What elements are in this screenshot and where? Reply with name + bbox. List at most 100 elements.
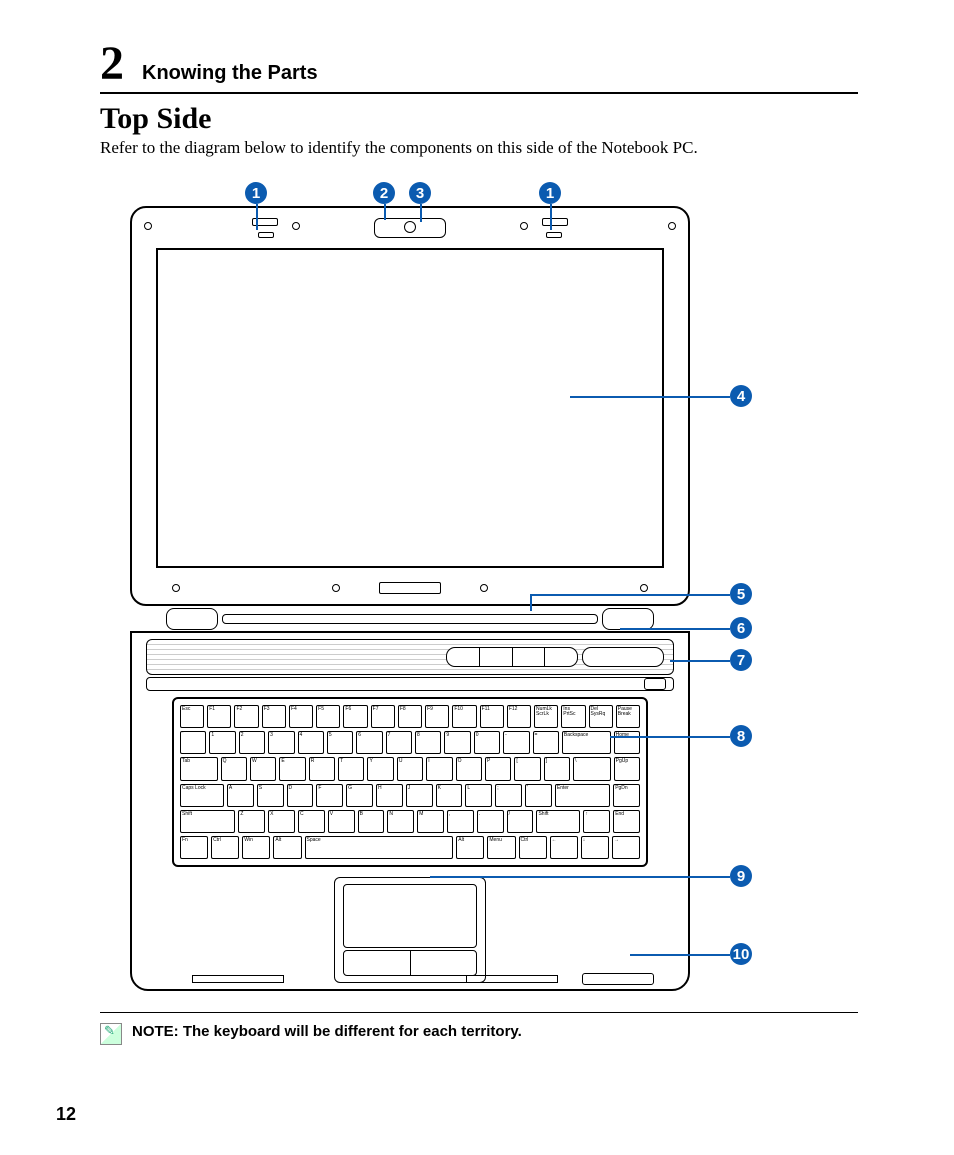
section-title: Top Side (100, 102, 858, 136)
key: = (533, 731, 559, 754)
callout-7: 7 (730, 649, 752, 671)
key: Shift (536, 810, 580, 833)
key: F10 (452, 705, 476, 728)
key: Q (221, 757, 247, 780)
key: 5 (327, 731, 353, 754)
section-intro: Refer to the diagram below to identify t… (100, 138, 858, 158)
key: Caps Lock (180, 784, 224, 807)
key: [ (514, 757, 540, 780)
key: → (612, 836, 640, 859)
key: Alt (273, 836, 301, 859)
key: Fn (180, 836, 208, 859)
key: Enter (555, 784, 610, 807)
key: 9 (444, 731, 470, 754)
key: Space (305, 836, 454, 859)
key: R (309, 757, 335, 780)
key: ] (544, 757, 570, 780)
key: Ctrl (519, 836, 547, 859)
instant-keys (446, 647, 578, 667)
microphone-left (258, 232, 274, 238)
key: B (358, 810, 385, 833)
key: F7 (371, 705, 395, 728)
laptop-lid (130, 206, 690, 606)
touchpad-buttons (343, 950, 477, 976)
touchpad (343, 884, 477, 948)
callout-1: 1 (539, 182, 561, 204)
key: 8 (415, 731, 441, 754)
callout-2: 2 (373, 182, 395, 204)
note-text: NOTE: The keyboard will be different for… (132, 1023, 522, 1040)
key: L (465, 784, 492, 807)
callout-6: 6 (730, 617, 752, 639)
key: / (507, 810, 534, 833)
key: \ (573, 757, 611, 780)
front-vent-right (466, 975, 558, 983)
callout-9: 9 (730, 865, 752, 887)
key: ; (495, 784, 522, 807)
key: X (268, 810, 295, 833)
key: F5 (316, 705, 340, 728)
key: F9 (425, 705, 449, 728)
key: D (287, 784, 314, 807)
key: F11 (480, 705, 504, 728)
key: Ins PrtSc (561, 705, 585, 728)
key: Shift (180, 810, 235, 833)
status-indicators-top (582, 647, 664, 667)
key: F2 (234, 705, 258, 728)
key: 3 (268, 731, 294, 754)
key: End (613, 810, 640, 833)
power-button (644, 678, 666, 690)
key: Tab (180, 757, 218, 780)
display-panel (156, 248, 664, 568)
chapter-header: 2 Knowing the Parts (100, 40, 858, 94)
key: F6 (343, 705, 367, 728)
touchpad-assembly (334, 877, 486, 983)
key: 2 (239, 731, 265, 754)
key: NumLk ScrLk (534, 705, 558, 728)
key: F4 (289, 705, 313, 728)
key: F (316, 784, 343, 807)
key: Del SysRq (589, 705, 613, 728)
brand-badge (379, 582, 441, 594)
key: ` (180, 731, 206, 754)
key: Win (242, 836, 270, 859)
key: Home (614, 731, 640, 754)
key: . (477, 810, 504, 833)
key: Backspace (562, 731, 611, 754)
key: F3 (262, 705, 286, 728)
callout-3: 3 (409, 182, 431, 204)
key: Ctrl (211, 836, 239, 859)
key: G (346, 784, 373, 807)
key: 0 (474, 731, 500, 754)
key: M (417, 810, 444, 833)
note-block: NOTE: The keyboard will be different for… (100, 1012, 858, 1045)
key: I (426, 757, 452, 780)
switch-row (146, 677, 674, 691)
key: O (456, 757, 482, 780)
key: , (447, 810, 474, 833)
key: E (279, 757, 305, 780)
key: 6 (356, 731, 382, 754)
key: Y (367, 757, 393, 780)
laptop-outline: EscF1F2F3F4F5F6F7F8F9F10F11F12NumLk ScrL… (130, 206, 690, 996)
key: Alt (456, 836, 484, 859)
key: 1 (209, 731, 235, 754)
key: V (328, 810, 355, 833)
key: PgUp (614, 757, 640, 780)
key: PgDn (613, 784, 640, 807)
key: Z (238, 810, 265, 833)
key: U (397, 757, 423, 780)
key: K (436, 784, 463, 807)
chapter-title: Knowing the Parts (142, 62, 318, 85)
key: 7 (386, 731, 412, 754)
key: W (250, 757, 276, 780)
lid-latch-right (542, 218, 568, 226)
laptop-diagram: EscF1F2F3F4F5F6F7F8F9F10F11F12NumLk ScrL… (70, 176, 850, 996)
callout-5: 5 (730, 583, 752, 605)
key: C (298, 810, 325, 833)
key: ' (525, 784, 552, 807)
key: H (376, 784, 403, 807)
callout-10: 10 (730, 943, 752, 965)
key: N (387, 810, 414, 833)
key: T (338, 757, 364, 780)
